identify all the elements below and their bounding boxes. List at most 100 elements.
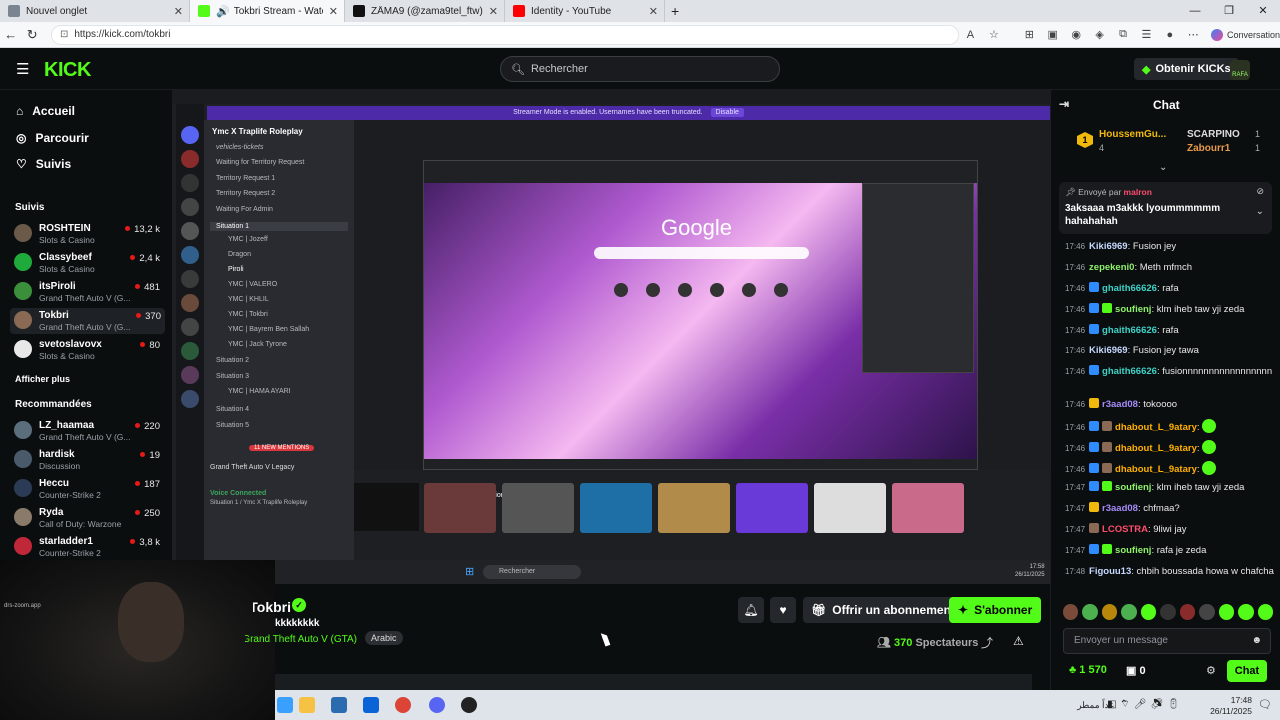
- leader-name[interactable]: SCARPINO: [1187, 129, 1240, 140]
- user-avatar[interactable]: RAFA: [1230, 60, 1250, 80]
- refresh-icon[interactable]: ↻: [21, 27, 42, 43]
- extension-icon[interactable]: ⊞: [1018, 28, 1041, 41]
- stream-tag[interactable]: Arabic: [365, 631, 403, 645]
- emote-icon[interactable]: [1121, 604, 1137, 620]
- extension-icon[interactable]: ▣: [1041, 28, 1064, 41]
- calculator-icon[interactable]: [331, 697, 347, 713]
- notifications-icon[interactable]: 🗨︎: [1258, 698, 1272, 711]
- obs-icon[interactable]: [461, 697, 477, 713]
- chevron-down-icon[interactable]: ⌄: [1256, 206, 1264, 217]
- message-username[interactable]: dhabout_L_9atary: [1115, 422, 1197, 433]
- get-kicks-button[interactable]: ◆ Obtenir KICKs: [1134, 58, 1239, 80]
- back-icon[interactable]: ←: [0, 27, 21, 42]
- kicks-balance[interactable]: ♣ 1 570: [1069, 664, 1107, 676]
- emote-icon[interactable]: [1179, 604, 1196, 620]
- browser-tab[interactable]: Nouvel onglet ✕: [0, 0, 190, 22]
- channel-item-roshtein[interactable]: ROSHTEIN Slots & Casino 13,2 k: [14, 221, 164, 247]
- copilot-conversation-button[interactable]: Conversation: [1210, 28, 1280, 41]
- message-username[interactable]: zepekeni0: [1089, 262, 1134, 273]
- minimize-icon[interactable]: —: [1178, 0, 1212, 22]
- close-tab-icon[interactable]: ✕: [649, 5, 658, 18]
- channel-item-starladder1[interactable]: starladder1 Counter-Strike 2 3,8 k: [14, 534, 164, 560]
- show-more-link[interactable]: Afficher plus: [15, 374, 70, 384]
- message-username[interactable]: soufienj: [1115, 545, 1151, 556]
- channel-item-lz-haamaa[interactable]: LZ_haamaa Grand Theft Auto V (G... 220: [14, 418, 164, 444]
- read-aloud-icon[interactable]: A: [959, 29, 982, 41]
- emote-icon[interactable]: [1199, 604, 1215, 620]
- profile-icon[interactable]: ●: [1158, 29, 1181, 41]
- close-tab-icon[interactable]: ✕: [489, 5, 498, 18]
- speaker-icon[interactable]: 🔊: [216, 5, 230, 18]
- message-username[interactable]: dhabout_L_9atary: [1115, 443, 1197, 454]
- channel-item-svetoslavovx[interactable]: svetoslavovx Slots & Casino 80: [14, 337, 164, 363]
- notification-bell-icon[interactable]: 🔔︎: [738, 597, 764, 623]
- close-window-icon[interactable]: ✕: [1246, 0, 1280, 22]
- emote-icon[interactable]: [1257, 604, 1273, 620]
- channel-item-ryda[interactable]: Ryda Call of Duty: Warzone 250: [14, 505, 164, 531]
- new-tab-button[interactable]: +: [665, 0, 685, 22]
- video-player[interactable]: Streamer Mode is enabled. Usernames have…: [172, 90, 1050, 560]
- message-username[interactable]: LCOSTRA: [1102, 524, 1148, 535]
- emote-icon[interactable]: [1140, 604, 1157, 620]
- send-chat-button[interactable]: Chat: [1227, 660, 1267, 682]
- tray-icons[interactable]: ◧⌔🎤︎🔊︎🔋︎: [1107, 698, 1184, 711]
- stream-category[interactable]: Grand Theft Auto V (GTA): [245, 634, 357, 645]
- emote-icon[interactable]: [1082, 604, 1098, 620]
- close-tab-icon[interactable]: ✕: [174, 5, 183, 18]
- collections-icon[interactable]: ☰: [1135, 28, 1158, 41]
- channel-item-hardisk[interactable]: hardisk Discussion 19: [14, 447, 164, 473]
- emoji-picker-icon[interactable]: ☻: [1251, 629, 1262, 653]
- message-username[interactable]: ghaith66626: [1102, 366, 1157, 377]
- chat-message-input[interactable]: Envoyer un message ☻: [1063, 628, 1271, 654]
- kick-logo[interactable]: KICK: [44, 59, 91, 82]
- extension-icon[interactable]: ◉: [1064, 28, 1087, 41]
- subscribe-button[interactable]: ✦ S'abonner: [949, 597, 1042, 623]
- site-info-icon[interactable]: ⊡: [60, 29, 68, 40]
- outlook-icon[interactable]: [363, 697, 379, 713]
- more-menu-icon[interactable]: ⋯: [1182, 28, 1205, 41]
- follow-heart-icon[interactable]: ♥: [770, 597, 796, 623]
- collapse-chat-icon[interactable]: ⇥: [1059, 97, 1069, 111]
- pinned-user[interactable]: malron: [1124, 187, 1152, 197]
- extensions-icon[interactable]: ⧉: [1111, 28, 1134, 41]
- nav-following[interactable]: ♡ Suivis: [16, 157, 71, 171]
- app-icon[interactable]: [277, 697, 293, 713]
- chrome-icon[interactable]: [395, 697, 411, 713]
- emote-icon[interactable]: [1160, 604, 1176, 620]
- message-username[interactable]: soufienj: [1115, 482, 1151, 493]
- nav-browse[interactable]: ◎ Parcourir: [16, 131, 89, 145]
- favorite-star-icon[interactable]: ☆: [982, 28, 1005, 41]
- message-username[interactable]: Kiki6969: [1089, 241, 1128, 252]
- gift-balance[interactable]: ▣ 0: [1126, 664, 1146, 677]
- channel-item-heccu[interactable]: Heccu Counter-Strike 2 187: [14, 476, 164, 502]
- extension-icon[interactable]: ◈: [1088, 28, 1111, 41]
- share-icon[interactable]: ⤴: [981, 634, 993, 651]
- browser-tab-active[interactable]: 🔊 Tokbri Stream - Watch Live o ✕: [190, 0, 345, 22]
- streamer-name[interactable]: Tokbri: [253, 599, 291, 615]
- channel-item-classybeef[interactable]: Classybeef Slots & Casino 2,4 k: [14, 250, 164, 276]
- nav-home[interactable]: ⌂ Accueil: [16, 104, 75, 118]
- emote-icon[interactable]: [1238, 604, 1254, 620]
- message-username[interactable]: dhabout_L_9atary: [1115, 464, 1197, 475]
- browser-tab[interactable]: ZÅMA9 (@zama9tel_ftw) | TikTo ✕: [345, 0, 505, 22]
- message-username[interactable]: ghaith66626: [1102, 325, 1157, 336]
- expand-leaderboard-icon[interactable]: ⌄: [1159, 162, 1167, 173]
- message-username[interactable]: r3aad08: [1102, 399, 1138, 410]
- message-username[interactable]: ghaith66626: [1102, 283, 1157, 294]
- chat-settings-icon[interactable]: ⚙: [1206, 664, 1216, 677]
- file-explorer-icon[interactable]: [299, 697, 315, 713]
- emote-icon[interactable]: [1218, 604, 1235, 620]
- browser-tab[interactable]: Identity - YouTube ✕: [505, 0, 665, 22]
- system-clock[interactable]: 17:48 26/11/2025: [1210, 695, 1252, 717]
- message-username[interactable]: Kiki6969: [1089, 345, 1128, 356]
- maximize-icon[interactable]: ❐: [1212, 0, 1246, 22]
- unpin-icon[interactable]: ⊘: [1256, 186, 1264, 197]
- emote-icon[interactable]: [1101, 604, 1118, 620]
- search-input[interactable]: 🔍︎ Rechercher: [500, 56, 780, 82]
- url-field[interactable]: ⊡ https://kick.com/tokbri: [50, 24, 959, 45]
- menu-icon[interactable]: ☰: [16, 60, 29, 78]
- message-username[interactable]: Figouu13: [1089, 566, 1131, 577]
- emote-icon[interactable]: [1063, 604, 1079, 620]
- gift-sub-button[interactable]: 🎁︎ Offrir un abonnement: [803, 597, 963, 623]
- discord-icon[interactable]: [429, 697, 445, 713]
